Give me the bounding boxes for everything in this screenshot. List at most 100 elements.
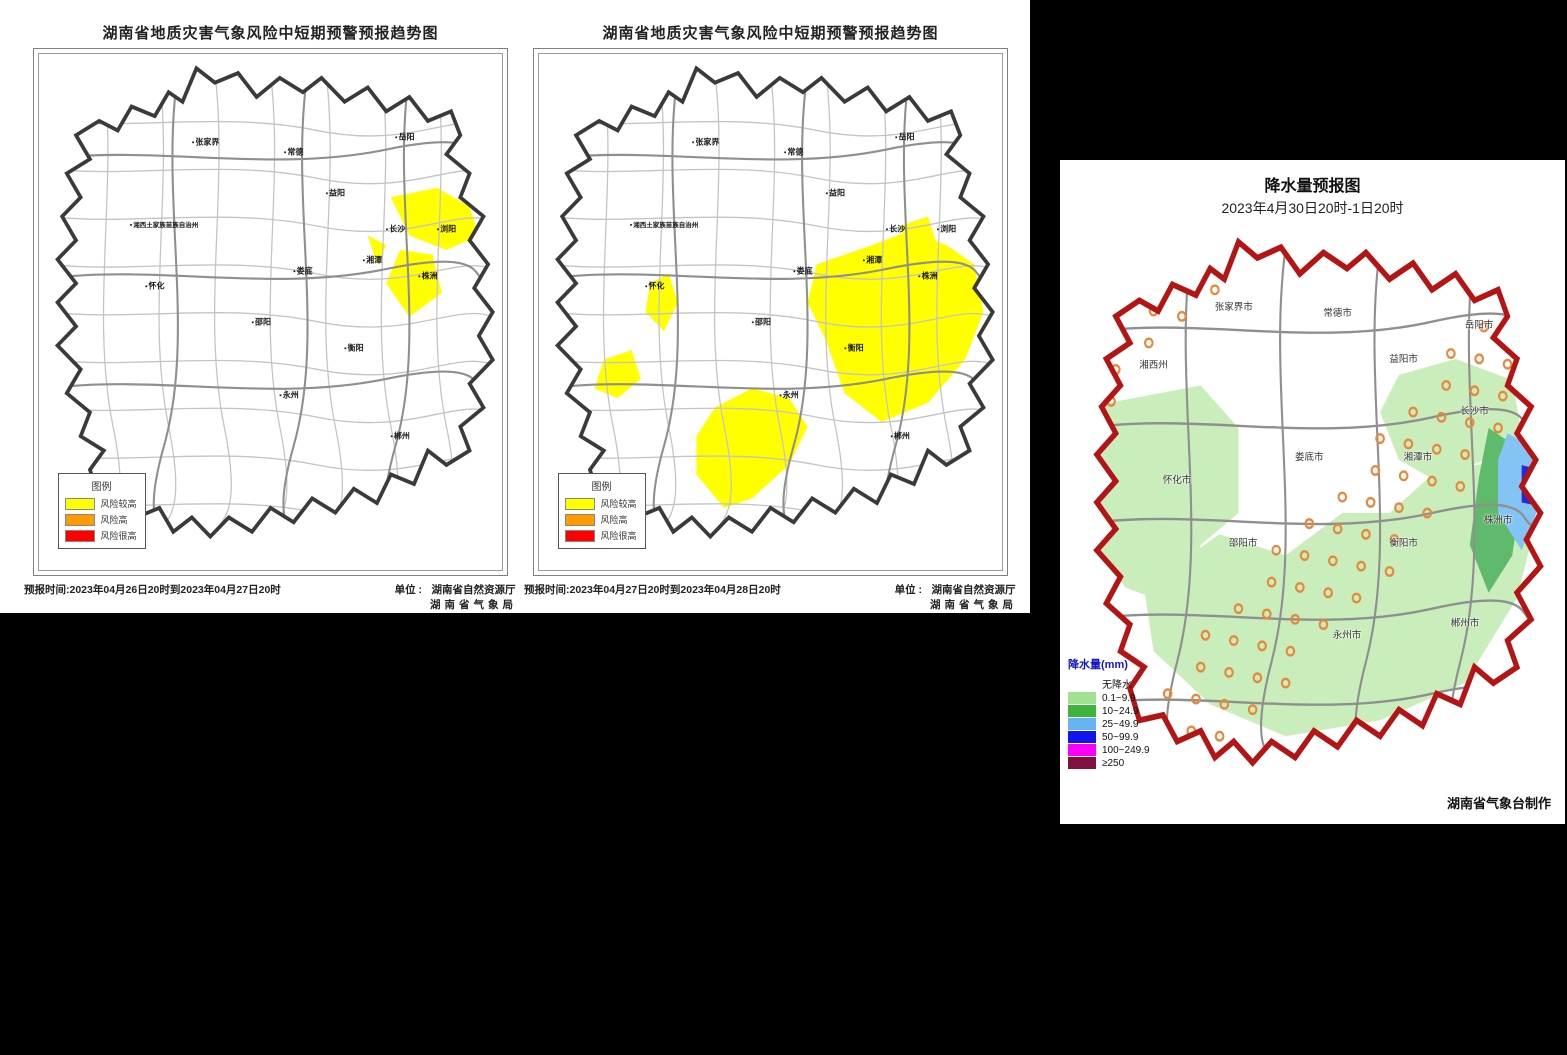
legend-swatch — [1068, 757, 1096, 769]
legend-item: 0.1~9.9 — [1068, 692, 1150, 704]
city-label: ▪岳阳 — [895, 131, 914, 142]
city-label: 张家界市 — [1215, 299, 1253, 313]
legend-swatch — [1068, 718, 1096, 730]
legend-label: 50~99.9 — [1102, 732, 1138, 743]
city-label: ▪湘潭 — [363, 255, 382, 266]
city-label: ▪岳阳 — [395, 131, 414, 142]
precip-map-subtitle: 2023年4月30日20时-1日20时 — [1060, 198, 1565, 218]
legend-swatch — [1068, 744, 1096, 756]
legend-label: 25~49.9 — [1102, 719, 1138, 730]
legend-item: ≥250 — [1068, 757, 1150, 769]
city-label: ▪永州 — [279, 389, 298, 400]
unit-org-1: 湖南省自然资源厅 — [930, 582, 1017, 597]
city-label: ▪长沙 — [386, 224, 405, 235]
legend-item: 10~24.9 — [1068, 705, 1150, 717]
city-label: ▪浏阳 — [937, 224, 956, 235]
legend-label: 风险较高 — [101, 497, 137, 510]
trend-map-1-frame: ▪张家界 ▪常德 ▪岳阳 ▪湘西土家族苗族自治州 ▪益阳 ▪长沙 ▪浏阳 ▪娄底 ▪湘潭 ▪株洲 ▪… — [33, 48, 508, 576]
precip-panel: 降水量预报图 2023年4月30日20时-1日20时 张家界市 常德市岳阳市湘西州… — [1060, 160, 1565, 824]
legend-label: 风险高 — [601, 513, 628, 526]
city-label: ▪株洲 — [918, 270, 937, 281]
trend-map-2-footer: 预报时间:2023年04月27日20时到2023年04月28日20时 单位 : … — [524, 582, 1017, 612]
trend-maps-panel: 湖南省地质灾害气象风险中短期预警预报趋势图 ▪张家界 ▪常德 ▪岳阳 ▪湘西土家族苗族… — [0, 0, 1030, 613]
forecast-time: 预报时间:2023年04月27日20时到2023年04月28日20时 — [524, 582, 781, 612]
city-label: 永州市 — [1333, 627, 1362, 641]
city-label: ▪衡阳 — [844, 343, 863, 354]
city-label: 衡阳市 — [1389, 535, 1418, 549]
legend-item: 风险较高 — [65, 497, 139, 510]
forecast-time: 预报时间:2023年04月26日20时到2023年04月27日20时 — [24, 582, 281, 612]
legend-item: 风险很高 — [65, 529, 139, 542]
page: 市 全部 ˅ 县 全部 ˅ 风险等级 全部 ˅ 关键字 名称 ⌕ 查询 ⊞ 新增… — [0, 0, 1567, 1055]
city-label: ▪张家界 — [692, 136, 719, 147]
city-label: 邵阳市 — [1229, 535, 1258, 549]
city-label: ▪湘西土家族苗族自治州 — [630, 219, 698, 229]
unit-org-2: 湖南省气象局 — [930, 597, 1017, 612]
legend-swatch — [565, 514, 595, 526]
city-label: ▪益阳 — [826, 188, 845, 199]
legend-label: 0.1~9.9 — [1102, 693, 1136, 704]
legend-item: 风险较高 — [565, 497, 639, 510]
legend-label: 风险较高 — [601, 497, 637, 510]
city-label: 娄底市 — [1295, 449, 1324, 463]
legend-label: 风险很高 — [101, 529, 137, 542]
city-label: ▪怀化 — [645, 281, 664, 292]
city-label: ▪怀化 — [145, 281, 164, 292]
trend-map-1-legend: 图例 风险较高风险高风险很高 — [58, 473, 146, 549]
city-label: 湘潭市 — [1404, 449, 1433, 463]
city-label: 怀化市 — [1163, 472, 1192, 486]
legend-label: 无降水 — [1102, 676, 1132, 691]
legend-label: 风险很高 — [601, 529, 637, 542]
city-label: 常德市 — [1323, 305, 1352, 319]
city-label: 岳阳市 — [1465, 317, 1494, 331]
legend-label: 风险高 — [101, 513, 128, 526]
unit-label: 单位 : — [895, 582, 922, 612]
legend-label: 100~249.9 — [1102, 745, 1150, 756]
legend-item: 50~99.9 — [1068, 731, 1150, 743]
trend-map-2-frame: ▪张家界 ▪常德 ▪岳阳 ▪湘西土家族苗族自治州 ▪益阳 ▪长沙 ▪浏阳 ▪娄底 ▪湘潭 ▪株洲 ▪… — [533, 48, 1008, 576]
trend-map-2-title: 湖南省地质灾害气象风险中短期预警预报趋势图 — [522, 22, 1019, 43]
legend-swatch — [565, 530, 595, 542]
trend-map-1: 湖南省地质灾害气象风险中短期预警预报趋势图 ▪张家界 ▪常德 ▪岳阳 ▪湘西土家族苗族… — [22, 0, 519, 613]
precip-map-title: 降水量预报图 — [1060, 172, 1565, 196]
legend-swatch — [1068, 731, 1096, 743]
city-label: ▪常德 — [784, 147, 803, 158]
precip-legend: 降水量(mm) 无降水0.1~9.910~24.925~49.950~99.91… — [1068, 656, 1150, 769]
city-label: ▪长沙 — [886, 224, 905, 235]
legend-item: 风险很高 — [565, 529, 639, 542]
city-label: 株洲市 — [1484, 512, 1513, 526]
trend-map-1-footer: 预报时间:2023年04月26日20时到2023年04月27日20时 单位 : … — [24, 582, 517, 612]
legend-item: 25~49.9 — [1068, 718, 1150, 730]
precip-credit: 湖南省气象台制作 — [1447, 793, 1551, 812]
legend-item: 风险高 — [65, 513, 139, 526]
unit-org-1: 湖南省自然资源厅 — [430, 582, 517, 597]
trend-map-1-title: 湖南省地质灾害气象风险中短期预警预报趋势图 — [22, 22, 519, 43]
legend-swatch — [65, 514, 95, 526]
trend-map-2: 湖南省地质灾害气象风险中短期预警预报趋势图 ▪张家界 ▪常德 ▪岳阳 ▪湘西土家族苗族… — [522, 0, 1019, 613]
legend-item: 100~249.9 — [1068, 744, 1150, 756]
city-label: ▪郴州 — [890, 430, 909, 441]
city-label: ▪张家界 — [192, 136, 219, 147]
city-label: 益阳市 — [1389, 351, 1418, 365]
city-label: 湘西州 — [1139, 357, 1168, 371]
legend-label: 10~24.9 — [1102, 706, 1138, 717]
city-label: ▪娄底 — [793, 265, 812, 276]
legend-swatch — [1068, 705, 1096, 717]
city-label: ▪永州 — [779, 389, 798, 400]
legend-swatch — [1068, 692, 1096, 704]
legend-swatch — [565, 498, 595, 510]
city-label: ▪常德 — [284, 147, 303, 158]
unit-org-2: 湖南省气象局 — [430, 597, 517, 612]
legend-item: 风险高 — [565, 513, 639, 526]
city-label: ▪湘潭 — [863, 255, 882, 266]
city-label: ▪益阳 — [326, 188, 345, 199]
city-label: ▪衡阳 — [344, 343, 363, 354]
trend-map-2-legend: 图例 风险较高风险高风险很高 — [558, 473, 646, 549]
city-label: 长沙市 — [1460, 403, 1489, 417]
city-label: ▪株洲 — [418, 270, 437, 281]
city-label: ▪浏阳 — [437, 224, 456, 235]
city-label: ▪娄底 — [293, 265, 312, 276]
city-label: ▪湘西土家族苗族自治州 — [130, 219, 198, 229]
city-label: ▪郴州 — [390, 430, 409, 441]
unit-label: 单位 : — [395, 582, 422, 612]
